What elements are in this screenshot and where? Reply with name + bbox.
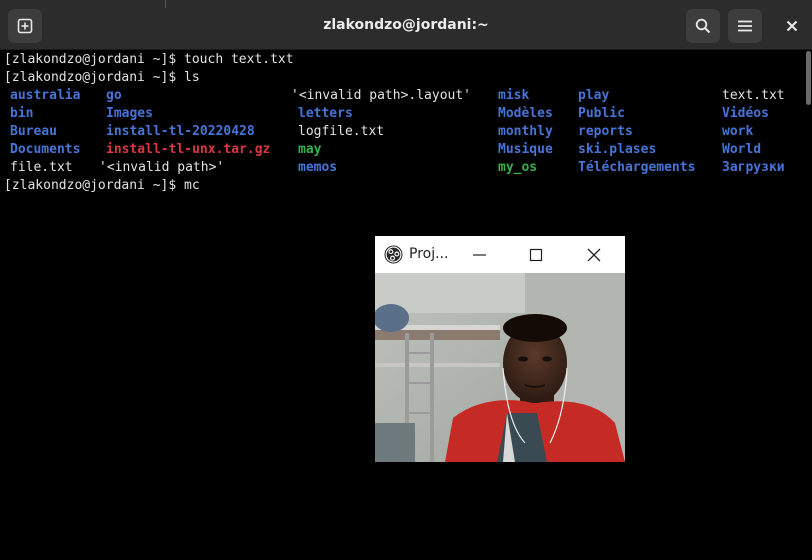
ls-entry: Загрузки	[722, 160, 785, 175]
ls-entry: logfile.txt	[298, 124, 385, 139]
terminal-line: [zlakondzo@jordani ~]$ touch text.txt	[4, 52, 294, 67]
ls-entry: file.txt	[10, 160, 73, 175]
ls-entry: my_os	[498, 160, 538, 175]
obs-app-icon	[384, 245, 403, 264]
webcam-image	[375, 273, 625, 462]
ls-entry: letters	[298, 106, 353, 121]
projector-minimize-button[interactable]	[469, 244, 491, 266]
projector-maximize-button[interactable]	[525, 244, 547, 266]
ls-entry: monthly	[498, 124, 553, 139]
projector-close-button[interactable]	[583, 244, 605, 266]
menu-button[interactable]	[728, 9, 762, 43]
close-icon	[786, 20, 798, 32]
ls-entry: Documents	[10, 142, 81, 157]
ls-entry: text.txt	[722, 88, 785, 103]
scrollbar-thumb[interactable]	[806, 51, 811, 105]
minimize-icon	[473, 254, 486, 256]
ls-entry: australia	[10, 88, 81, 103]
terminal-line: [zlakondzo@jordani ~]$ ls	[4, 70, 200, 85]
close-icon	[587, 248, 601, 262]
ls-entry: Musique	[498, 142, 553, 157]
ls-entry: work	[722, 124, 754, 139]
ls-entry: install-tl-unx.tar.gz	[106, 142, 271, 157]
ls-entry: '<invalid path>'	[99, 160, 225, 175]
ls-entry: '<invalid path>.layout'	[291, 88, 472, 103]
projector-title: Proj...	[409, 246, 449, 262]
ls-entry: install-tl-20220428	[106, 124, 255, 139]
maximize-icon	[529, 248, 543, 262]
ls-entry: reports	[578, 124, 633, 139]
projector-window[interactable]: Proj...	[375, 236, 625, 462]
search-icon	[695, 18, 711, 34]
close-window-button[interactable]	[780, 14, 804, 38]
ls-entry: Vidéos	[722, 106, 769, 121]
ls-entry: Bureau	[10, 124, 57, 139]
ls-entry: memos	[298, 160, 338, 175]
ls-entry: Téléchargements	[578, 160, 696, 175]
hamburger-menu-icon	[738, 20, 752, 32]
ls-entry: Modèles	[498, 106, 553, 121]
projector-titlebar[interactable]: Proj...	[375, 236, 625, 273]
ls-entry: play	[578, 88, 610, 103]
ls-entry: go	[106, 88, 122, 103]
header-bar: zlakondzo@jordani:~	[0, 0, 812, 50]
ls-entry: World	[722, 142, 762, 157]
webcam-preview	[375, 273, 625, 462]
ls-entry: bin	[10, 106, 34, 121]
ls-entry: may	[298, 142, 322, 157]
search-button[interactable]	[686, 9, 720, 43]
ls-entry: misk	[498, 88, 530, 103]
ls-entry: Images	[106, 106, 153, 121]
ls-entry: ski.plases	[578, 142, 657, 157]
terminal-line: [zlakondzo@jordani ~]$ mc	[4, 178, 200, 193]
scrollbar-track[interactable]	[806, 50, 812, 560]
ls-entry: Public	[578, 106, 625, 121]
